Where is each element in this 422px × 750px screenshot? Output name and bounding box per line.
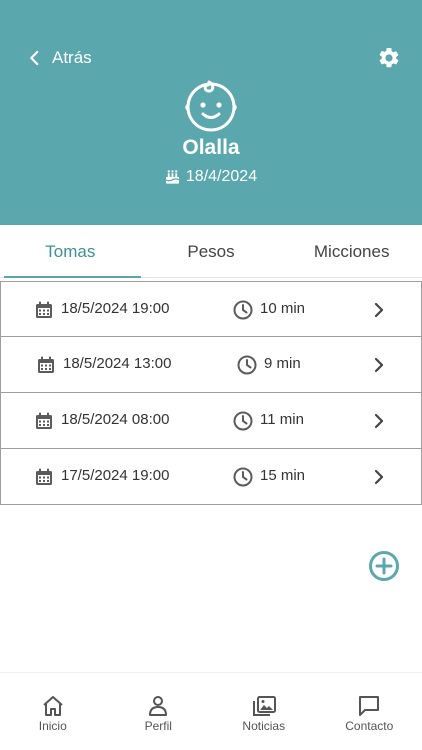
chevron-right-icon (374, 469, 384, 485)
feeding-datetime: 18/5/2024 13:00 (63, 355, 172, 372)
back-button[interactable]: Atrás (26, 46, 92, 70)
feeding-datetime: 17/5/2024 19:00 (61, 467, 170, 484)
clock-icon (233, 411, 253, 431)
chevron-right-icon (374, 302, 384, 318)
nav-label: Contacto (345, 719, 394, 733)
profile-header: Atrás Olalla 18/4/2024 (0, 0, 422, 225)
home-icon (43, 696, 63, 716)
calendar-icon (36, 412, 52, 429)
tab-micciones[interactable]: Micciones (281, 226, 422, 277)
feeding-duration: 11 min (260, 411, 304, 428)
bottom-navigation: Inicio Perfil Noticias Contacto (0, 672, 422, 750)
clock-icon (233, 300, 253, 320)
tab-tomas[interactable]: Tomas (0, 226, 141, 278)
list-item[interactable]: 18/5/2024 13:00 9 min (0, 337, 422, 393)
nav-noticias[interactable]: Noticias (211, 673, 317, 750)
back-label: Atrás (52, 48, 92, 67)
nav-label: Inicio (38, 719, 67, 733)
nav-contacto[interactable]: Contacto (317, 673, 422, 750)
birth-date-text: 18/4/2024 (185, 168, 258, 185)
nav-label: Perfil (144, 719, 172, 733)
chevron-right-icon (374, 357, 384, 373)
gear-icon[interactable] (377, 46, 401, 70)
tab-pesos[interactable]: Pesos (141, 226, 282, 277)
clock-icon (233, 467, 253, 487)
person-icon (149, 696, 168, 716)
feeding-datetime: 18/5/2024 19:00 (61, 300, 170, 317)
list-item[interactable]: 18/5/2024 19:00 10 min (0, 281, 422, 337)
plus-circle-icon[interactable] (368, 550, 400, 582)
gallery-icon (252, 696, 276, 716)
baby-face-icon (185, 80, 237, 132)
nav-inicio[interactable]: Inicio (0, 673, 106, 750)
tab-bar: Tomas Pesos Micciones (0, 226, 422, 278)
feeding-duration: 10 min (260, 300, 306, 317)
nav-label: Noticias (242, 719, 286, 733)
chevron-left-icon (30, 50, 39, 66)
chevron-right-icon (374, 413, 384, 429)
feeding-datetime: 18/5/2024 08:00 (61, 411, 170, 428)
feeding-duration: 9 min (264, 355, 301, 372)
feeding-duration: 15 min (260, 467, 306, 484)
clock-icon (237, 355, 257, 375)
feeding-list: 18/5/2024 19:00 10 min 18/5/2024 13:00 9… (0, 281, 422, 505)
list-item[interactable]: 18/5/2024 08:00 11 min (0, 393, 422, 449)
list-item[interactable]: 17/5/2024 19:00 15 min (0, 449, 422, 505)
chat-icon (359, 696, 380, 716)
calendar-icon (36, 468, 52, 485)
calendar-icon (38, 356, 54, 373)
baby-name: Olalla (182, 136, 240, 159)
cake-icon (165, 170, 180, 184)
birth-date: 18/4/2024 (0, 168, 422, 186)
calendar-icon (36, 301, 52, 318)
nav-perfil[interactable]: Perfil (106, 673, 212, 750)
